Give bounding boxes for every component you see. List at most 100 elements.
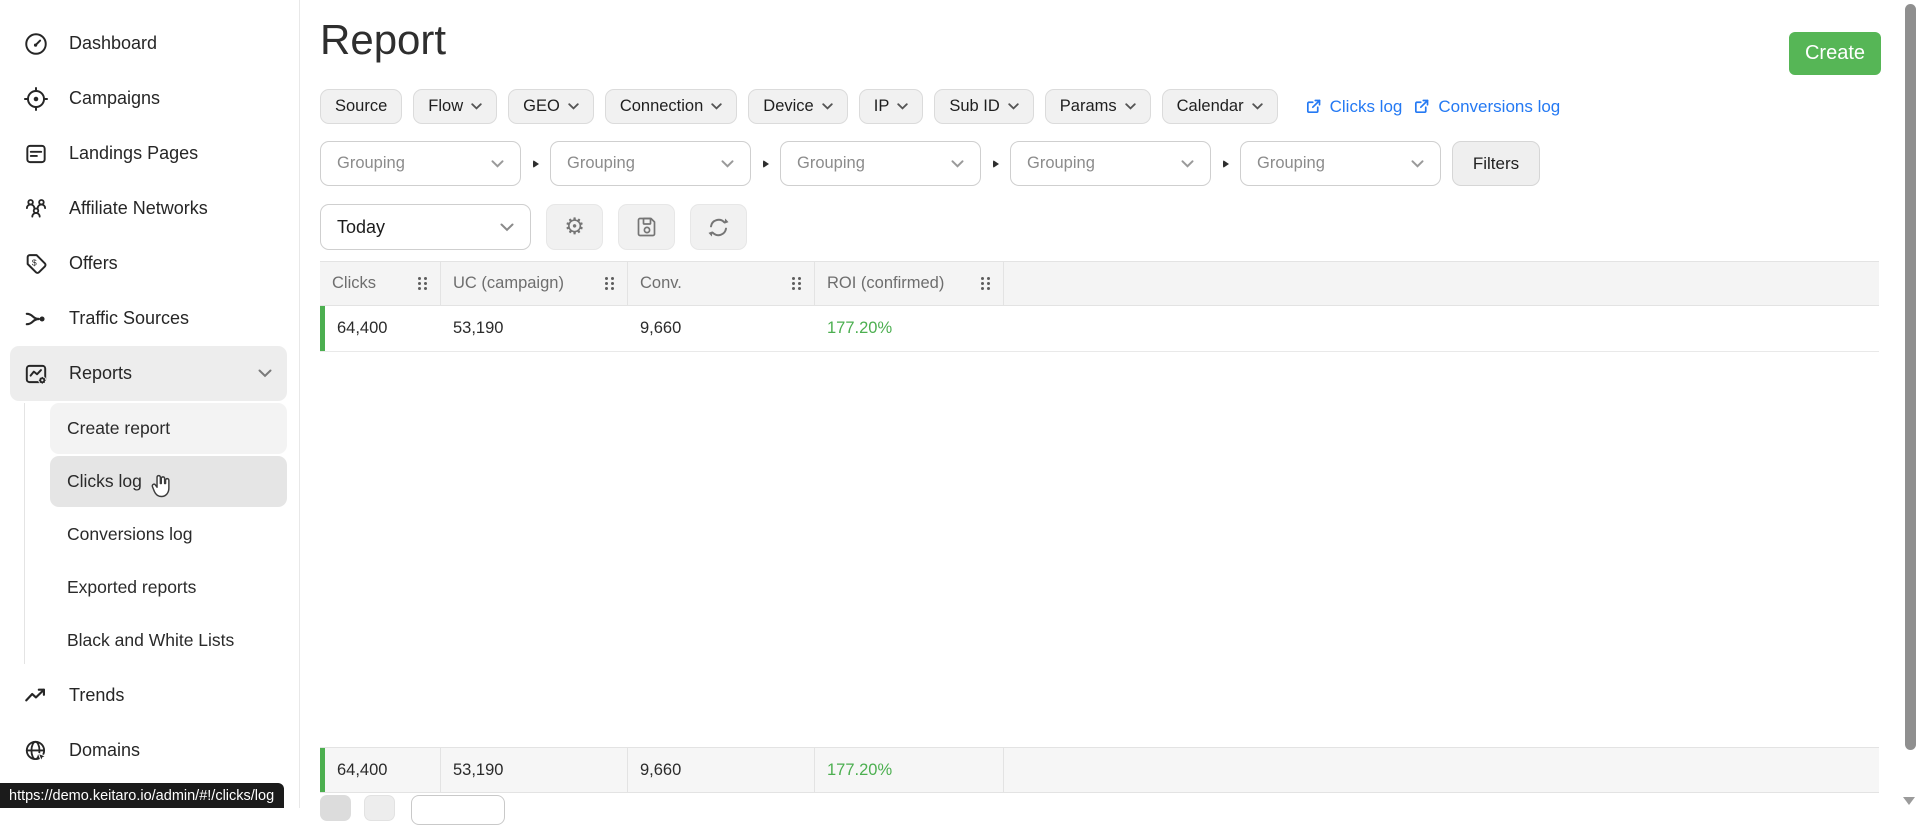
filter-chip-calendar[interactable]: Calendar (1161, 89, 1278, 124)
drag-handle-icon[interactable] (604, 276, 615, 291)
filter-chip-device[interactable]: Device (748, 89, 848, 124)
grouping-separator (751, 159, 780, 168)
chevron-down-icon (1124, 103, 1136, 110)
drag-handle-icon[interactable] (791, 276, 802, 291)
rows-per-page-select[interactable] (411, 795, 505, 825)
sidebar-item-conversions-log[interactable]: Conversions log (50, 509, 287, 560)
status-bar-url: https://demo.keitaro.io/admin/#!/clicks/… (0, 783, 285, 808)
landing-pages-icon (22, 140, 49, 167)
sidebar-item-label: Domains (69, 740, 141, 760)
sidebar-item-reports[interactable]: Reports (10, 346, 287, 401)
date-range-select[interactable]: Today (320, 204, 531, 250)
conversions-log-link[interactable]: Conversions log (1413, 97, 1560, 117)
sidebar-item-clicks-log[interactable]: Clicks log (50, 456, 287, 507)
gear-icon: ⚙ (564, 213, 585, 240)
filter-chip-ip[interactable]: IP (858, 89, 924, 124)
grouping-select-3[interactable]: Grouping (780, 141, 981, 186)
column-header-conv[interactable]: Conv. (628, 262, 815, 305)
clicks-log-link[interactable]: Clicks log (1305, 97, 1402, 117)
drag-handle-icon[interactable] (417, 276, 428, 291)
save-report-button[interactable] (618, 204, 675, 250)
drag-handle-icon[interactable] (980, 276, 991, 291)
chip-label: IP (873, 97, 890, 115)
grouping-select-4[interactable]: Grouping (1010, 141, 1211, 186)
pagination-row (320, 795, 505, 825)
traffic-sources-icon (22, 305, 49, 332)
cell-filler (1004, 306, 1879, 351)
scrollbar-thumb[interactable] (1905, 4, 1916, 750)
scrollbar-down-arrow[interactable] (1903, 797, 1915, 805)
sidebar-item-black-white-lists[interactable]: Black and White Lists (50, 615, 287, 666)
grouping-separator (521, 159, 550, 168)
vertical-scrollbar[interactable] (1901, 0, 1918, 808)
sidebar-item-trends[interactable]: Trends (10, 668, 287, 723)
sidebar-item-label: Traffic Sources (69, 308, 190, 328)
filter-chip-connection[interactable]: Connection (604, 89, 738, 124)
date-range-value: Today (337, 216, 386, 237)
sidebar-item-exported-reports[interactable]: Exported reports (50, 562, 287, 613)
grouping-select-5[interactable]: Grouping (1240, 141, 1441, 186)
chevron-down-icon (721, 159, 734, 168)
reports-icon (22, 360, 49, 387)
sidebar-subitem-label: Clicks log (67, 471, 142, 491)
filter-chip-flow[interactable]: Flow (413, 89, 498, 124)
grouping-select-2[interactable]: Grouping (550, 141, 751, 186)
chip-label: GEO (523, 97, 560, 115)
filter-chip-source[interactable]: Source (320, 89, 403, 124)
page-title: Report (320, 16, 447, 63)
external-link-icon (1415, 99, 1429, 114)
submenu-indent-line (24, 403, 25, 664)
chevron-down-icon (711, 103, 722, 110)
create-button[interactable]: Create (1789, 32, 1881, 75)
chip-label: Flow (428, 97, 464, 115)
column-header-uc-campaign[interactable]: UC (campaign) (441, 262, 628, 305)
save-icon (637, 217, 655, 237)
sidebar-subitem-label: Conversions log (67, 524, 193, 544)
trends-icon (22, 682, 49, 709)
filters-button[interactable]: Filters (1452, 141, 1540, 186)
chevron-down-icon (822, 103, 833, 110)
table-footer-row: 64,400 53,190 9,660 177.20% (320, 747, 1879, 793)
column-header-roi-confirmed[interactable]: ROI (confirmed) (815, 262, 1004, 305)
chevron-down-icon (568, 103, 579, 110)
pagination-next-button[interactable] (364, 795, 395, 821)
sidebar-item-label: Reports (69, 363, 133, 383)
table-row[interactable]: 64,400 53,190 9,660 177.20% (320, 306, 1879, 352)
filter-chip-sub-id[interactable]: Sub ID (934, 89, 1034, 124)
pagination-prev-button[interactable] (320, 795, 351, 821)
report-table: Clicks UC (campaign) Conv. ROI (confirme… (320, 261, 1879, 793)
sidebar-item-traffic-sources[interactable]: Traffic Sources (10, 291, 287, 346)
chip-label: Sub ID (949, 97, 1000, 115)
sidebar-item-label: Campaigns (69, 88, 161, 108)
cell-roi-confirmed: 177.20% (827, 319, 893, 337)
chevron-down-icon (1181, 159, 1194, 168)
main-content: Report Create Source Flow GEO Connection… (301, 0, 1900, 825)
footer-cell-filler (1004, 748, 1879, 792)
sidebar-item-campaigns[interactable]: Campaigns (10, 71, 287, 126)
grouping-placeholder: Grouping (1027, 154, 1095, 172)
sidebar-nav: Dashboard Campaigns Landings Pages Affil… (0, 0, 299, 778)
filter-chip-params[interactable]: Params (1044, 89, 1151, 124)
filter-chip-geo[interactable]: GEO (508, 89, 594, 124)
sidebar-item-offers[interactable]: $ Offers (10, 236, 287, 291)
column-header-clicks[interactable]: Clicks (320, 262, 441, 305)
grouping-separator (1211, 159, 1240, 168)
sidebar-item-domains[interactable]: Domains (10, 723, 287, 778)
chevron-down-icon (1008, 103, 1019, 110)
sidebar-item-label: Affiliate Networks (69, 198, 208, 218)
sidebar-item-landing-pages[interactable]: Landings Pages (10, 126, 287, 181)
grouping-row: Grouping Grouping Grouping Grouping Grou… (320, 141, 1540, 186)
cell-clicks: 64,400 (337, 319, 388, 337)
arrow-right-icon (992, 159, 999, 168)
report-settings-button[interactable]: ⚙ (546, 204, 603, 250)
sidebar-item-affiliate-networks[interactable]: Affiliate Networks (10, 181, 287, 236)
footer-cell-conv: 9,660 (628, 748, 815, 792)
grouping-select-1[interactable]: Grouping (320, 141, 521, 186)
affiliate-networks-icon (22, 195, 49, 222)
footer-cell-uc-campaign: 53,190 (441, 748, 628, 792)
offers-icon: $ (22, 250, 49, 277)
sidebar-item-create-report[interactable]: Create report (50, 403, 287, 454)
grouping-placeholder: Grouping (797, 154, 865, 172)
sidebar-item-dashboard[interactable]: Dashboard (10, 16, 287, 71)
refresh-button[interactable] (690, 204, 747, 250)
